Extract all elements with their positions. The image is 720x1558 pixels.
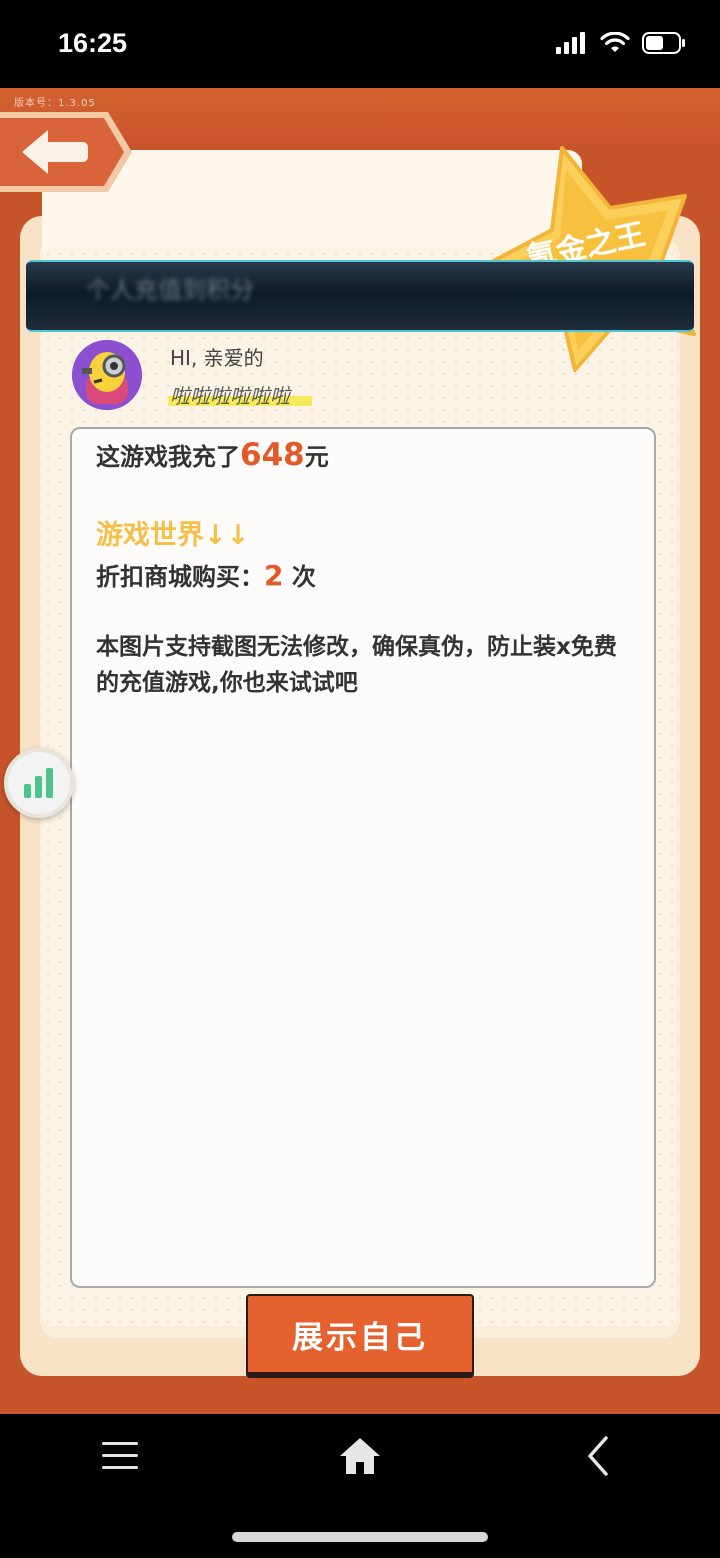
wifi-icon [600, 32, 630, 52]
star-badge: 氪金之王 [486, 146, 696, 372]
message-card: 这游戏我充了648元 游戏世界↓↓ 折扣商城购买：2 次 本图片支持截图无法修改… [70, 427, 656, 1288]
blurred-banner: 个人充值到积分 [26, 260, 694, 332]
app-screen: 版本号：1.3.05 氪金之王 个人充值到积分 HI, 亲爱的 啦啦啦啦啦啦 这… [0, 88, 720, 1414]
mall-suffix: 次 [283, 563, 316, 591]
mall-purchase-line: 折扣商城购买：2 次 [96, 557, 316, 592]
recharge-line: 这游戏我充了648元 [96, 437, 329, 473]
signal-icon [556, 32, 585, 54]
notice-text: 本图片支持截图无法修改，确保真伪，防止装x免费的充值游戏,你也来试试吧 [96, 634, 617, 696]
battery-icon [642, 32, 685, 54]
username: 啦啦啦啦啦啦 [168, 380, 312, 409]
floating-stats-button[interactable] [4, 748, 74, 818]
navigation-bar [0, 1414, 720, 1558]
status-bar: 16:25 [0, 0, 720, 88]
chevron-left-icon[interactable] [578, 1432, 618, 1480]
blurred-banner-text: 个人充值到积分 [86, 276, 254, 304]
greeting-text: HI, 亲爱的 [170, 346, 264, 370]
bar-chart-icon [24, 768, 53, 798]
mall-count: 2 [264, 559, 284, 592]
status-icons [556, 32, 686, 54]
recharge-amount: 648 [240, 437, 305, 473]
recharge-suffix: 元 [304, 443, 329, 471]
home-icon[interactable] [336, 1434, 384, 1478]
back-button[interactable] [0, 108, 134, 196]
mall-prefix: 折扣商城购买： [96, 563, 264, 591]
version-label: 版本号：1.3.05 [14, 98, 96, 109]
status-time: 16:25 [58, 28, 128, 58]
avatar[interactable] [72, 340, 142, 410]
game-world-label: 游戏世界↓↓ [96, 520, 250, 551]
menu-icon[interactable] [96, 1436, 144, 1476]
recharge-prefix: 这游戏我充了 [96, 443, 240, 471]
show-yourself-button[interactable]: 展示自己 [246, 1294, 474, 1378]
home-indicator[interactable] [232, 1532, 488, 1542]
